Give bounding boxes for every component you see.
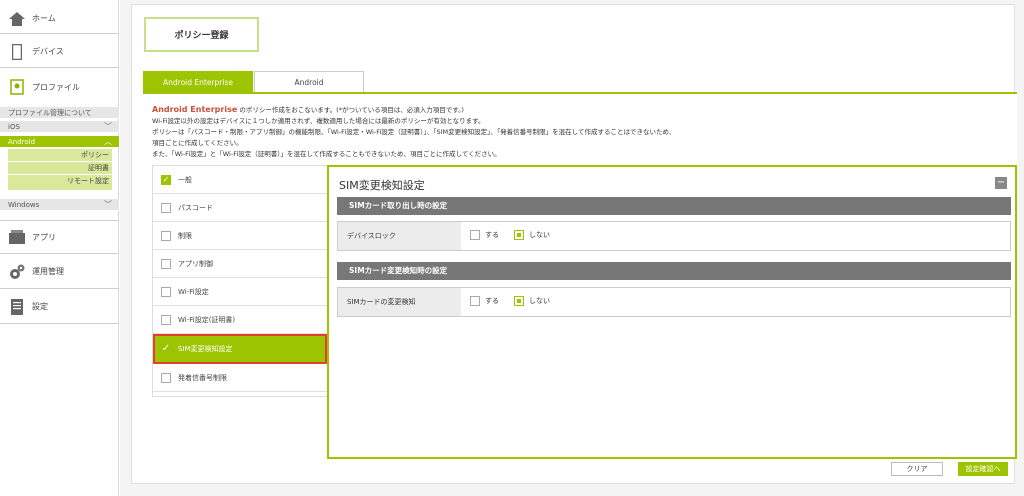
policy-item-list: ✓ 一般 パスコード 制限 アプリ制御 Wi-Fi設定 Wi-Fi設定(証明書)… [152, 165, 328, 397]
row-sim-change-detect: SIMカードの変更検知 する しない [337, 287, 1011, 317]
nav-operations-label: 運用管理 [32, 267, 64, 276]
intro-line1: のポリシー作成をおこないます。(*がついている項目は、必須入力項目です。) [237, 106, 464, 114]
intro-line5: また、「Wi-Fi設定」と「Wi-Fi設定（証明書）」を混在して作成することもで… [152, 150, 501, 158]
nav-devices[interactable]: デバイス [0, 36, 119, 68]
sidebar-item-policy[interactable]: ポリシー [8, 149, 112, 161]
radio-device-lock-no[interactable]: しない [514, 230, 550, 240]
policy-item-label: パスコード [178, 203, 213, 212]
nav-apps-label: アプリ [32, 232, 56, 242]
row-device-lock: デバイスロック する しない [337, 221, 1011, 251]
android-group[interactable]: Android ︿ [0, 136, 119, 148]
row-label: デバイスロック [338, 222, 461, 250]
policy-item-call-restriction[interactable]: 発着信番号制限 [153, 364, 327, 392]
windows-group[interactable]: Windows ﹀ [0, 199, 119, 211]
policy-item-wifi-certificate[interactable]: Wi-Fi設定(証明書) [153, 306, 327, 334]
main-panel: ポリシー登録 Android Enterprise Android Androi… [131, 4, 1017, 484]
radio-box-selected [514, 296, 524, 306]
profile-icon [6, 76, 28, 98]
nav-devices-label: デバイス [32, 47, 64, 56]
radio-box [470, 296, 480, 306]
radio-label: しない [529, 231, 550, 239]
radio-label: しない [529, 297, 550, 305]
policy-item-sim-change[interactable]: ✓ SIM変更検知設定 [153, 334, 327, 364]
checkbox-icon [161, 286, 171, 297]
nav-apps[interactable]: アプリ [0, 220, 119, 254]
checkbox-icon [161, 202, 171, 213]
ios-label: iOS [8, 123, 20, 131]
checkbox-icon [161, 258, 171, 269]
chevron-up-icon: ︿ [104, 137, 112, 146]
intro-text: Android Enterprise のポリシー作成をおこないます。(*がついて… [152, 104, 1012, 160]
checkbox-icon [161, 372, 171, 383]
policy-item-label: SIM変更検知設定 [178, 344, 233, 353]
intro-lead: Android Enterprise [152, 105, 238, 114]
policy-item-restrictions[interactable]: 制限 [153, 222, 327, 250]
intro-line4: 項目ごとに作成してください。 [152, 139, 243, 147]
radio-device-lock-yes[interactable]: する [470, 230, 499, 240]
android-label: Android [8, 138, 36, 146]
radio-box-selected [514, 230, 524, 240]
intro-line3: ポリシーは「パスコード・制限・アプリ制御」の機能制限、「Wi-Fi設定・Wi-F… [152, 128, 676, 136]
collapse-icon[interactable]: − [995, 177, 1007, 189]
chevron-down-icon: ﹀ [104, 122, 112, 131]
policy-item-label: 発着信番号制限 [178, 373, 227, 382]
settings-document-icon [6, 296, 28, 318]
checkbox-icon [161, 230, 171, 241]
radio-sim-detect-yes[interactable]: する [470, 296, 499, 306]
windows-label: Windows [8, 201, 40, 209]
sidebar-item-remote-settings[interactable]: リモート設定 [8, 175, 112, 190]
ios-group[interactable]: iOS ﹀ [0, 121, 119, 133]
policy-item-label: Wi-Fi設定 [178, 287, 209, 296]
policy-item-passcode[interactable]: パスコード [153, 194, 327, 222]
sidebar-item-certificate[interactable]: 証明書 [8, 162, 112, 174]
checkbox-checked-icon: ✓ [161, 174, 171, 185]
sim-settings-panel: SIM変更検知設定 − SIMカード取り出し時の設定 デバイスロック する しな… [327, 165, 1017, 459]
gear-icon [6, 261, 28, 283]
policy-item-label: 一般 [178, 175, 192, 184]
panel-title: SIM変更検知設定 [339, 179, 425, 192]
confirm-settings-button[interactable]: 設定確認へ [958, 462, 1008, 476]
apps-icon [6, 226, 28, 248]
nav-settings[interactable]: 設定 [0, 290, 119, 324]
section-header-sim-removal: SIMカード取り出し時の設定 [337, 197, 1011, 215]
section-header-sim-change: SIMカード変更検知時の設定 [337, 262, 1011, 280]
page-title: ポリシー登録 [144, 17, 259, 52]
main-area: ポリシー登録 Android Enterprise Android Androi… [120, 0, 1024, 496]
policy-item-label: 制限 [178, 231, 192, 240]
tab-android[interactable]: Android [254, 71, 364, 93]
nav-home-label: ホーム [32, 14, 56, 23]
clear-button[interactable]: クリア [891, 462, 943, 476]
policy-item-wifi[interactable]: Wi-Fi設定 [153, 278, 327, 306]
tab-android-enterprise[interactable]: Android Enterprise [143, 71, 253, 93]
policy-item-general[interactable]: ✓ 一般 [153, 166, 327, 194]
radio-box [470, 230, 480, 240]
row-label: SIMカードの変更検知 [338, 288, 461, 316]
policy-item-app-control[interactable]: アプリ制御 [153, 250, 327, 278]
policy-item-label: アプリ制御 [178, 259, 213, 268]
sidebar: ホーム デバイス プロファイル プロファイル管理について iOS ﹀ Andro… [0, 0, 119, 496]
chevron-down-icon: ﹀ [104, 200, 112, 209]
policy-item-label: Wi-Fi設定(証明書) [178, 315, 236, 324]
checkmark-icon: ✓ [161, 343, 171, 354]
radio-label: する [485, 297, 499, 305]
nav-profile-label: プロファイル [32, 82, 80, 92]
profile-management-link[interactable]: プロファイル管理について [0, 107, 119, 119]
nav-settings-label: 設定 [32, 302, 48, 311]
content-box: Android Enterprise のポリシー作成をおこないます。(*がついて… [143, 92, 1017, 459]
home-icon [6, 8, 28, 30]
checkbox-icon [161, 314, 171, 325]
radio-label: する [485, 231, 499, 239]
nav-home[interactable]: ホーム [0, 4, 119, 34]
radio-sim-detect-no[interactable]: しない [514, 296, 550, 306]
intro-line2: Wi-Fi設定以外の設定はデバイスに１つしか適用されず、複数適用した場合には最新… [152, 117, 485, 125]
nav-operations[interactable]: 運用管理 [0, 255, 119, 289]
nav-profile[interactable]: プロファイル [0, 72, 119, 102]
device-icon [6, 41, 28, 63]
